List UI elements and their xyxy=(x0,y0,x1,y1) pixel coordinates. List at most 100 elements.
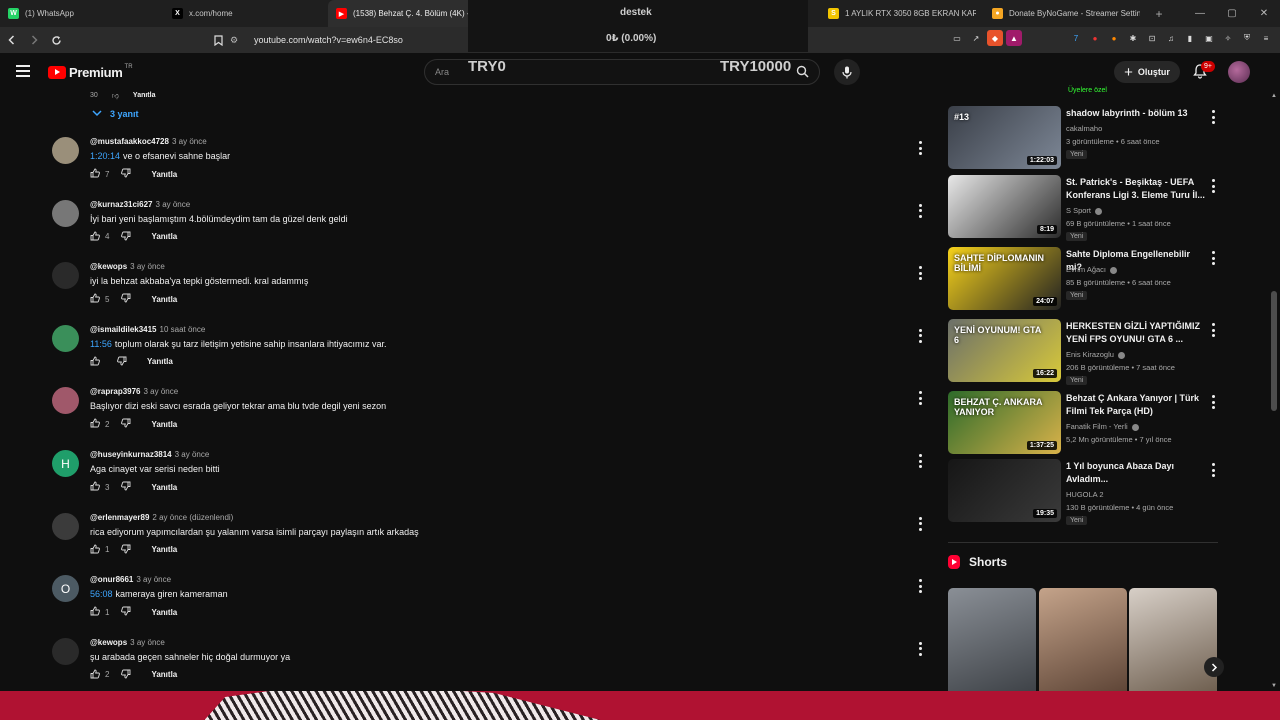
share-icon[interactable]: ↗ xyxy=(968,30,984,46)
short-thumbnail[interactable] xyxy=(1038,588,1127,698)
browser-tab[interactable]: ● Donate ByNoGame - Streamer Settings xyxy=(984,0,1148,27)
comment-author[interactable]: @ismaildilek3415 xyxy=(90,325,157,334)
comment-time[interactable]: 3 ay önce xyxy=(136,575,171,584)
reply-button[interactable]: Yanıtla xyxy=(151,232,177,241)
commenter-avatar[interactable]: O xyxy=(52,575,79,603)
comment-more-icon[interactable] xyxy=(917,516,923,531)
comment-time[interactable]: 10 saat önce xyxy=(160,325,206,334)
dislike-icon[interactable] xyxy=(121,168,131,180)
comment-more-icon[interactable] xyxy=(917,391,923,406)
comment-time[interactable]: 3 ay önce xyxy=(144,387,179,396)
extension-translate-icon[interactable]: 7 xyxy=(1068,30,1084,46)
like-icon[interactable] xyxy=(90,481,100,493)
sidebar-icon[interactable]: ▮ xyxy=(1182,30,1198,46)
comment-more-icon[interactable] xyxy=(917,328,923,343)
screenshot-icon[interactable]: ⊡ xyxy=(1144,30,1160,46)
site-info-icon[interactable]: ⚙ xyxy=(230,35,244,46)
like-icon[interactable] xyxy=(90,231,100,243)
video-channel[interactable]: Fanatik Film - Yerli xyxy=(1066,422,1139,431)
short-thumbnail[interactable] xyxy=(1129,588,1217,698)
video-title[interactable]: Behzat Ç Ankara Yanıyor | Türk Filmi Tek… xyxy=(1066,392,1206,418)
video-thumbnail[interactable]: 8:19 xyxy=(948,175,1061,238)
video-more-icon[interactable] xyxy=(1210,323,1216,337)
like-icon[interactable] xyxy=(90,356,100,368)
comment-author[interactable]: @erlenmayer89 xyxy=(90,513,149,522)
search-icon[interactable] xyxy=(796,65,809,83)
commenter-avatar[interactable] xyxy=(52,199,79,227)
video-thumbnail[interactable]: SAHTE DİPLOMANIN BİLİMİ 24:07 xyxy=(948,247,1061,310)
related-video[interactable]: SAHTE DİPLOMANIN BİLİMİ 24:07 Sahte Diplom… xyxy=(948,247,1220,311)
related-video[interactable]: BEHZAT Ç. ANKARA YANIYOR 1:37:25 Behzat Ç … xyxy=(948,391,1220,455)
reply-button[interactable]: Yanıtla xyxy=(151,295,177,304)
dislike-icon[interactable] xyxy=(117,356,127,368)
video-channel[interactable]: Evrim Ağacı xyxy=(1066,265,1118,274)
browser-tab[interactable]: W (1) WhatsApp xyxy=(0,0,164,27)
like-icon[interactable] xyxy=(90,293,100,305)
dislike-icon[interactable] xyxy=(121,606,131,618)
reply-button[interactable]: Yanıtla xyxy=(151,483,177,492)
reply-button[interactable]: Yanıtla xyxy=(151,545,177,554)
minimize-button[interactable]: — xyxy=(1184,0,1216,27)
comment-author[interactable]: @kewops xyxy=(90,262,127,271)
comment-more-icon[interactable] xyxy=(917,203,923,218)
shorts-next-button[interactable] xyxy=(1204,657,1224,677)
commenter-avatar[interactable]: H xyxy=(52,450,79,477)
close-window-button[interactable]: ✕ xyxy=(1248,0,1280,27)
like-icon[interactable] xyxy=(90,669,100,681)
commenter-avatar[interactable] xyxy=(52,262,79,290)
scroll-up-icon[interactable]: ▲ xyxy=(1271,93,1277,99)
related-video[interactable]: #13 1:22:03 shadow labyrinth - bölüm 13 cak… xyxy=(948,106,1220,170)
commenter-avatar[interactable] xyxy=(52,387,79,415)
reply-button[interactable]: Yanıtla xyxy=(151,608,177,617)
dislike-icon[interactable] xyxy=(121,293,131,305)
comment-author[interactable]: @huseyinkurnaz3814 xyxy=(90,450,172,459)
dislike-icon[interactable] xyxy=(121,481,131,493)
related-video[interactable]: 8:19 St. Patrick's - Beşiktaş - UEFA Konf… xyxy=(948,175,1220,241)
video-title[interactable]: HERKESTEN GİZLİ YAPTIĞIMIZ YENİ FPS OYUN… xyxy=(1066,320,1206,346)
dislike-icon[interactable] xyxy=(121,418,131,430)
comment-author[interactable]: @kewops xyxy=(90,638,127,647)
create-button[interactable]: + Oluştur xyxy=(1114,61,1180,83)
commenter-avatar[interactable] xyxy=(52,637,79,665)
video-thumbnail[interactable]: BEHZAT Ç. ANKARA YANIYOR 1:37:25 xyxy=(948,391,1061,454)
video-thumbnail[interactable]: 19:35 xyxy=(948,459,1061,522)
comment-time[interactable]: 3 ay önce xyxy=(175,450,210,459)
youtube-logo[interactable]: Premium TR xyxy=(48,64,133,80)
comment-time[interactable]: 3 ay önce xyxy=(130,262,165,271)
comment-time[interactable]: 2 ay önce (düzenlendi) xyxy=(152,513,233,522)
like-icon[interactable] xyxy=(90,168,100,180)
related-video[interactable]: YENİ OYUNUM! GTA 6 16:22 HERKESTEN GİZLİ Y… xyxy=(948,319,1220,385)
video-title[interactable]: 1 Yıl boyunca Abaza Dayı Avladım... xyxy=(1066,460,1206,486)
brave-shield-icon[interactable]: ◆ xyxy=(987,30,1003,46)
comment-author[interactable]: @onur8661 xyxy=(90,575,133,584)
video-more-icon[interactable] xyxy=(1210,110,1216,124)
video-thumbnail[interactable]: YENİ OYUNUM! GTA 6 16:22 xyxy=(948,319,1061,382)
page-scrollbar[interactable]: ▲ ▼ xyxy=(1268,91,1280,691)
related-video[interactable]: 19:35 1 Yıl boyunca Abaza Dayı Avladım...… xyxy=(948,459,1220,525)
comment-more-icon[interactable] xyxy=(917,454,923,468)
video-more-icon[interactable] xyxy=(1210,251,1216,265)
extensions-puzzle-icon[interactable]: ✱ xyxy=(1125,30,1141,46)
bookmark-icon[interactable] xyxy=(208,30,228,50)
comment-more-icon[interactable] xyxy=(917,641,923,656)
prev-dislike-icon[interactable]: 👎︎ xyxy=(112,91,119,100)
comment-time[interactable]: 3 ay önce xyxy=(130,638,165,647)
vpn-icon[interactable]: ⛨ xyxy=(1239,30,1255,46)
video-more-icon[interactable] xyxy=(1210,395,1216,409)
screen-icon[interactable]: ▭ xyxy=(949,30,965,46)
comment-time[interactable]: 3 ay önce xyxy=(172,137,207,146)
comment-author[interactable]: @raprap3976 xyxy=(90,387,141,396)
comment-more-icon[interactable] xyxy=(917,141,923,155)
like-icon[interactable] xyxy=(90,606,100,618)
comment-timestamp-link[interactable]: 1:20:14 xyxy=(90,151,120,161)
reply-button[interactable]: Yanıtla xyxy=(147,357,173,366)
wallet-icon[interactable]: ▣ xyxy=(1201,30,1217,46)
comment-more-icon[interactable] xyxy=(917,579,923,594)
video-channel[interactable]: cakalmaho xyxy=(1066,124,1102,133)
dislike-icon[interactable] xyxy=(121,231,131,243)
video-more-icon[interactable] xyxy=(1210,463,1216,477)
extension-red-icon[interactable]: ● xyxy=(1087,30,1103,46)
back-icon[interactable] xyxy=(2,30,22,50)
leo-ai-icon[interactable]: ✧ xyxy=(1220,30,1236,46)
view-replies-button[interactable]: 3 yanıt xyxy=(92,109,139,119)
